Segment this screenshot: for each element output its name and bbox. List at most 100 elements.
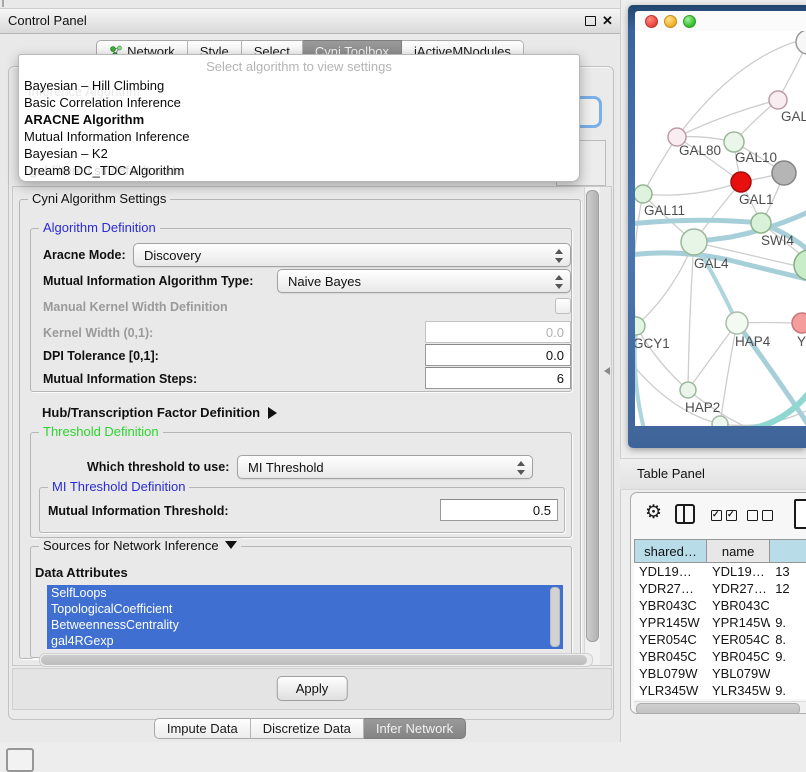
table-cell[interactable]: YPR145W — [707, 614, 770, 631]
attribute-list-item[interactable]: gal4RGexp — [47, 633, 563, 649]
table-row[interactable]: YBR045CYBR045C9. — [634, 648, 806, 665]
aracne-mode-value: Discovery — [144, 248, 201, 263]
network-node-y[interactable] — [792, 313, 806, 333]
table-cell[interactable] — [770, 597, 806, 614]
settings-hscrollbar-thumb[interactable] — [41, 655, 587, 665]
hub-definition-expander[interactable]: Hub/Transcription Factor Definition — [42, 405, 277, 420]
network-node-hap2[interactable] — [680, 382, 696, 398]
mi-type-combo[interactable]: Naive Bayes — [277, 269, 571, 293]
apply-button[interactable]: Apply — [277, 676, 348, 701]
network-edge[interactable] — [643, 182, 741, 195]
table-cell[interactable]: YER054C — [707, 631, 770, 648]
sources-group-title[interactable]: Sources for Network Inference — [39, 538, 241, 553]
table-cell[interactable]: YPR145W — [634, 614, 707, 631]
column-header[interactable] — [770, 539, 806, 563]
table-cell[interactable]: YDR27… — [634, 580, 707, 597]
network-canvas-svg: GALGAL80GAL10GAL1GAL11SWI4GAL4GCY1HAP4YH… — [635, 31, 806, 426]
table-cell[interactable]: YDL19… — [634, 563, 707, 580]
table-cell[interactable]: 8. — [770, 631, 806, 648]
table-cell[interactable]: 13 — [770, 563, 806, 580]
columns-icon[interactable] — [675, 504, 695, 524]
network-node-gal[interactable] — [769, 91, 787, 109]
network-node[interactable] — [796, 31, 806, 54]
kernel-width-input[interactable]: 0.0 — [425, 321, 571, 343]
settings-hscrollbar[interactable] — [39, 653, 593, 667]
mi-steps-input[interactable]: 6 — [425, 367, 571, 389]
column-header[interactable]: shared… — [634, 539, 707, 563]
table-cell[interactable]: 9. — [770, 682, 806, 699]
table-cell[interactable]: YER054C — [634, 631, 707, 648]
algorithm-option[interactable]: Mutual Information Inference — [24, 128, 574, 145]
manual-kernel-checkbox[interactable] — [555, 298, 571, 314]
network-edge[interactable] — [737, 385, 806, 426]
close-icon[interactable] — [602, 12, 614, 30]
bottom-tab-infer-network[interactable]: Infer Network — [364, 718, 466, 739]
table-cell[interactable]: YBR045C — [634, 648, 707, 665]
network-node-swi4[interactable] — [751, 213, 771, 233]
network-canvas[interactable]: GALGAL80GAL10GAL1GAL11SWI4GAL4GCY1HAP4YH… — [635, 31, 806, 426]
mac-close-icon[interactable] — [645, 15, 658, 28]
network-node-gal1[interactable] — [731, 172, 751, 192]
mi-threshold-input[interactable]: 0.5 — [440, 499, 558, 521]
aracne-mode-combo[interactable]: Discovery — [133, 243, 571, 267]
network-node-gal10[interactable] — [724, 132, 744, 152]
attribute-list-item[interactable]: BetweennessCentrality — [47, 617, 563, 633]
which-threshold-combo[interactable]: MI Threshold — [237, 455, 533, 479]
table-cell[interactable]: YLR345W — [634, 682, 707, 699]
network-view-window[interactable]: GALGAL80GAL10GAL1GAL11SWI4GAL4GCY1HAP4YH… — [628, 5, 806, 448]
table-row[interactable]: YDL19…YDL19…13 — [634, 563, 806, 580]
combo-stepper-icon — [554, 274, 563, 290]
table-row[interactable]: YLR345WYLR345W9. — [634, 682, 806, 699]
table-cell[interactable]: YDL19… — [707, 563, 770, 580]
select-all-columns-icon[interactable] — [711, 510, 737, 521]
table-row[interactable]: YER054CYER054C8. — [634, 631, 806, 648]
table-cell[interactable]: YBR043C — [634, 597, 707, 614]
table-cell[interactable]: YBR045C — [707, 648, 770, 665]
network-edge[interactable] — [694, 242, 737, 323]
deselect-all-columns-icon[interactable] — [747, 510, 773, 521]
table-row[interactable]: YBL079WYBL079W — [634, 665, 806, 682]
table-cell[interactable]: 9. — [770, 614, 806, 631]
network-node-gal11[interactable] — [635, 185, 652, 203]
table-cell[interactable]: YDR27… — [707, 580, 770, 597]
table-cell[interactable]: YBL079W — [634, 665, 707, 682]
splitter-collapse-icon[interactable] — [604, 367, 610, 375]
list-scrollbar-thumb[interactable] — [550, 587, 560, 647]
dpi-tolerance-input[interactable]: 0.0 — [425, 344, 571, 366]
column-header[interactable]: name — [707, 539, 770, 563]
float-window-icon[interactable] — [585, 16, 596, 26]
table-cell[interactable]: 9. — [770, 648, 806, 665]
bottom-tab-discretize-data[interactable]: Discretize Data — [251, 718, 364, 739]
attribute-list-item[interactable]: SelfLoops — [47, 585, 563, 601]
network-edge[interactable] — [643, 137, 677, 194]
network-node-hap4[interactable] — [726, 312, 748, 334]
network-node-label: GAL4 — [694, 256, 729, 271]
network-node-label: HAP4 — [735, 334, 771, 349]
network-node[interactable] — [712, 416, 728, 426]
network-edge[interactable] — [635, 194, 643, 326]
attribute-list-item[interactable]: TopologicalCoefficient — [47, 601, 563, 617]
table-cell[interactable]: 12 — [770, 580, 806, 597]
table-cell[interactable]: YBR043C — [707, 597, 770, 614]
settings-scrollbar-thumb[interactable] — [586, 190, 599, 642]
export-table-icon[interactable] — [794, 499, 806, 529]
bottom-tab-impute-data[interactable]: Impute Data — [154, 718, 251, 739]
table-row[interactable]: YBR043CYBR043C — [634, 597, 806, 614]
algorithm-option[interactable]: Bayesian – K2 — [24, 145, 574, 162]
network-edge[interactable] — [688, 323, 737, 390]
table-cell[interactable]: YBL079W — [707, 665, 770, 682]
algorithm-option[interactable]: ARACNE Algorithm — [24, 111, 574, 128]
table-hscrollbar-thumb[interactable] — [636, 703, 800, 714]
mac-zoom-icon[interactable] — [683, 15, 696, 28]
table-row[interactable]: YPR145WYPR145W9. — [634, 614, 806, 631]
network-node-gal4[interactable] — [681, 229, 707, 255]
table-row[interactable]: YDR27…YDR27…12 — [634, 580, 806, 597]
expander-right-arrow-icon — [268, 407, 277, 419]
table-cell[interactable] — [770, 665, 806, 682]
minimized-panel-icon[interactable] — [6, 748, 34, 772]
gear-icon[interactable] — [645, 501, 667, 525]
table-hscrollbar[interactable] — [634, 701, 806, 714]
data-attributes-list[interactable]: SelfLoopsTopologicalCoefficientBetweenne… — [47, 585, 563, 649]
table-cell[interactable]: YLR345W — [707, 682, 770, 699]
mac-minimize-icon[interactable] — [664, 15, 677, 28]
